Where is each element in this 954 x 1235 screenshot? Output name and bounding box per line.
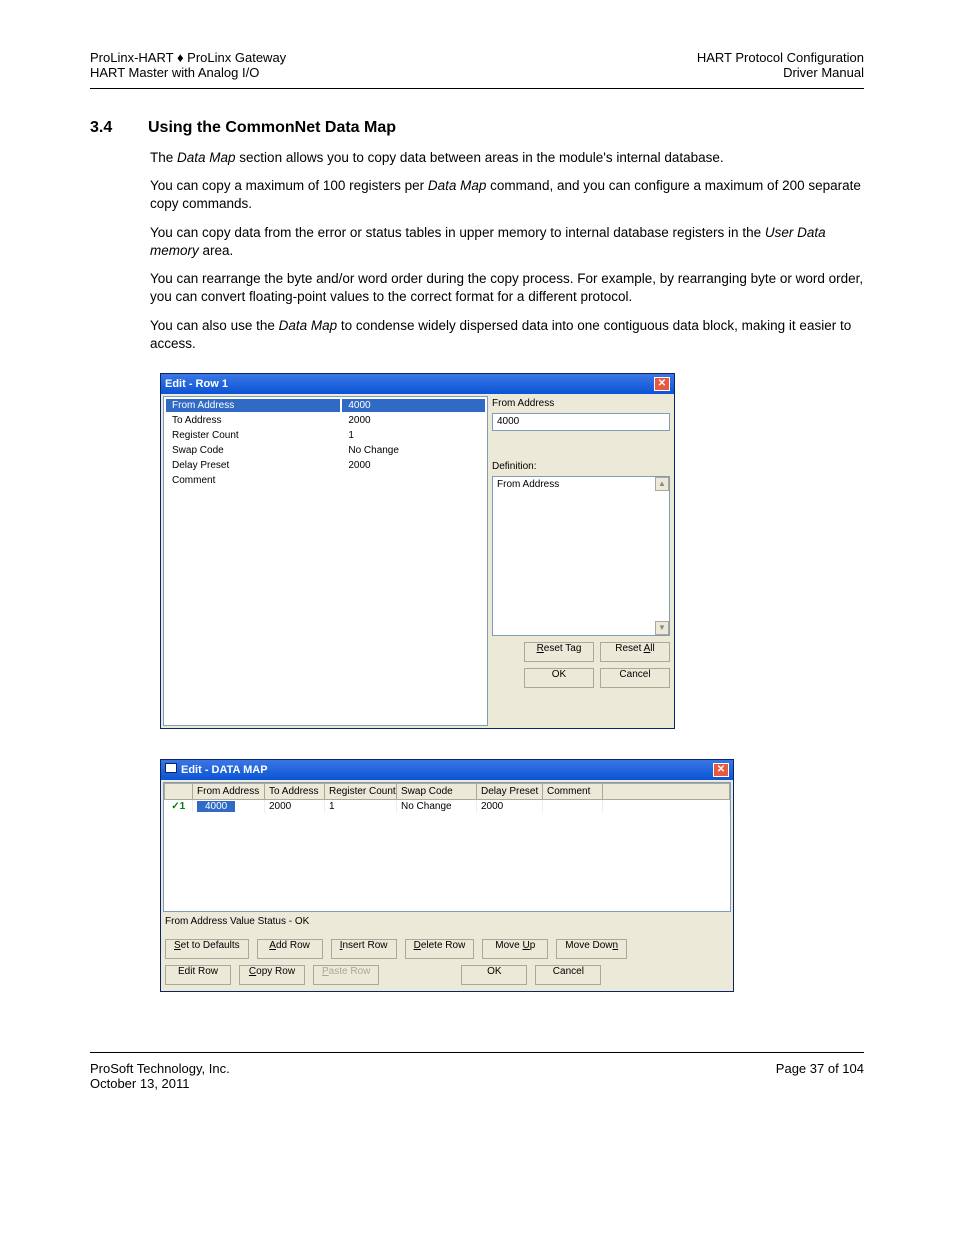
edit-datamap-dialog: Edit - DATA MAP ✕ From AddressTo Address… — [160, 759, 734, 992]
paste-row-button: Paste Row — [313, 965, 379, 985]
set-defaults-button[interactable]: Set to Defaults — [165, 939, 249, 959]
page-footer: ProSoft Technology, Inc. October 13, 201… — [90, 1052, 864, 1091]
move-down-button[interactable]: Move Down — [556, 939, 627, 959]
to-address-cell: 2000 — [265, 799, 325, 813]
ok-button-2[interactable]: OK — [461, 965, 527, 985]
body-text: The Data Map section allows you to copy … — [150, 149, 864, 353]
ok-button[interactable]: OK — [524, 668, 594, 688]
close-icon[interactable]: ✕ — [654, 377, 670, 391]
definition-box: From Address ▲ ▼ — [492, 476, 670, 636]
from-address-cell[interactable]: 4000 — [197, 801, 235, 812]
footer-company: ProSoft Technology, Inc. — [90, 1061, 230, 1076]
section-number: 3.4 — [90, 119, 118, 137]
dialog2-title: Edit - DATA MAP — [181, 764, 268, 776]
footer-date: October 13, 2011 — [90, 1076, 230, 1091]
swap-code-cell: No Change — [397, 799, 477, 813]
dialog-title: Edit - Row 1 — [165, 378, 228, 390]
delay-preset-cell: 2000 — [477, 799, 543, 813]
header-left-1: ProLinx-HART ♦ ProLinx Gateway — [90, 50, 286, 65]
header-right-1: HART Protocol Configuration — [697, 50, 864, 65]
definition-label: Definition: — [492, 461, 670, 472]
page-header: ProLinx-HART ♦ ProLinx Gateway HART Mast… — [90, 50, 864, 89]
footer-page: Page 37 of 104 — [776, 1061, 864, 1091]
edit-row-dialog: Edit - Row 1 ✕ From Address4000To Addres… — [160, 373, 675, 729]
comment-cell — [543, 799, 603, 813]
copy-row-button[interactable]: Copy Row — [239, 965, 305, 985]
edit-row-button[interactable]: Edit Row — [165, 965, 231, 985]
register-count-cell: 1 — [325, 799, 397, 813]
header-right-2: Driver Manual — [697, 65, 864, 80]
reset-tag-button[interactable]: Reset Tag — [524, 642, 594, 662]
field-value-input[interactable]: 4000 — [492, 413, 670, 431]
window-icon — [165, 763, 177, 773]
scroll-up-icon[interactable]: ▲ — [655, 477, 669, 491]
close-icon[interactable]: ✕ — [713, 763, 729, 777]
row-check-icon: ✓1 — [165, 799, 193, 813]
add-row-button[interactable]: Add Row — [257, 939, 323, 959]
property-list[interactable]: From Address4000To Address2000Register C… — [163, 396, 488, 726]
cancel-button[interactable]: Cancel — [600, 668, 670, 688]
data-grid[interactable]: From AddressTo AddressRegister CountSwap… — [163, 782, 731, 912]
status-text: From Address Value Status - OK — [163, 912, 731, 937]
scroll-down-icon[interactable]: ▼ — [655, 621, 669, 635]
delete-row-button[interactable]: Delete Row — [405, 939, 475, 959]
cancel-button-2[interactable]: Cancel — [535, 965, 601, 985]
header-left-2: HART Master with Analog I/O — [90, 65, 286, 80]
reset-all-button[interactable]: Reset All — [600, 642, 670, 662]
table-row[interactable]: ✓1 4000 2000 1 No Change 2000 — [165, 799, 730, 813]
field-label: From Address — [492, 398, 670, 409]
move-up-button[interactable]: Move Up — [482, 939, 548, 959]
section-title: Using the CommonNet Data Map — [148, 119, 396, 137]
insert-row-button[interactable]: Insert Row — [331, 939, 397, 959]
